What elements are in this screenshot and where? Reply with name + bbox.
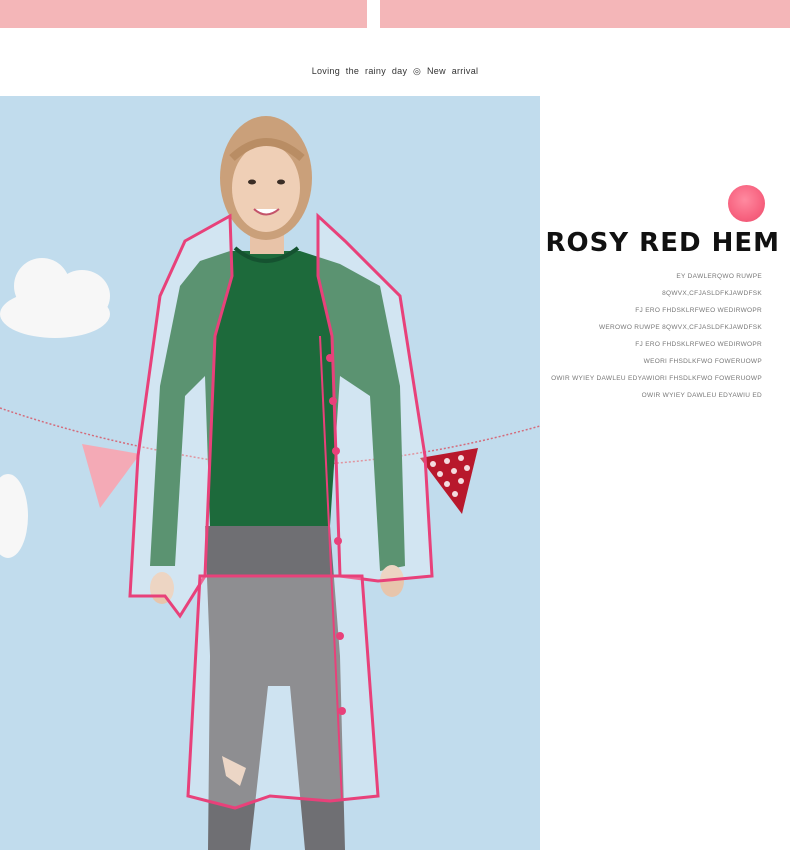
description-line: OWIR WYIEY DAWLEU EDYAWIU ED xyxy=(641,392,762,399)
tagline: Loving the rainy day ◎ New arrival xyxy=(311,66,479,76)
headline: ROSY RED HEM xyxy=(545,228,780,258)
top-photo-strip xyxy=(0,0,790,28)
pink-dot-icon xyxy=(728,185,765,222)
description-line: WEROWO RUWPE 8QWVX,CFJASLDFKJAWDFSK xyxy=(598,324,762,331)
cloud-icon xyxy=(0,474,28,558)
description-block: EY DAWLERQWO RUWPE 8QWVX,CFJASLDFKJAWDFS… xyxy=(551,268,762,404)
description-line: OWIR WYIEY DAWLEU EDYAWIORI FHSDLKFWO FO… xyxy=(551,375,762,382)
description-line: WEORI FHSDLKFWO FOWERUOWP xyxy=(643,358,762,365)
cloud-icon xyxy=(0,258,110,338)
pink-flag-icon xyxy=(82,444,140,508)
product-photo xyxy=(0,96,540,850)
description-line: 8QWVX,CFJASLDFKJAWDFSK xyxy=(662,290,762,297)
top-photo-left xyxy=(0,0,367,28)
top-photo-right xyxy=(380,0,790,28)
description-line: EY DAWLERQWO RUWPE xyxy=(676,273,762,280)
description-line: FJ ERO FHDSKLRFWEO WEDIRWOPR xyxy=(635,341,762,348)
description-line: FJ ERO FHDSKLRFWEO WEDIRWOPR xyxy=(635,307,762,314)
